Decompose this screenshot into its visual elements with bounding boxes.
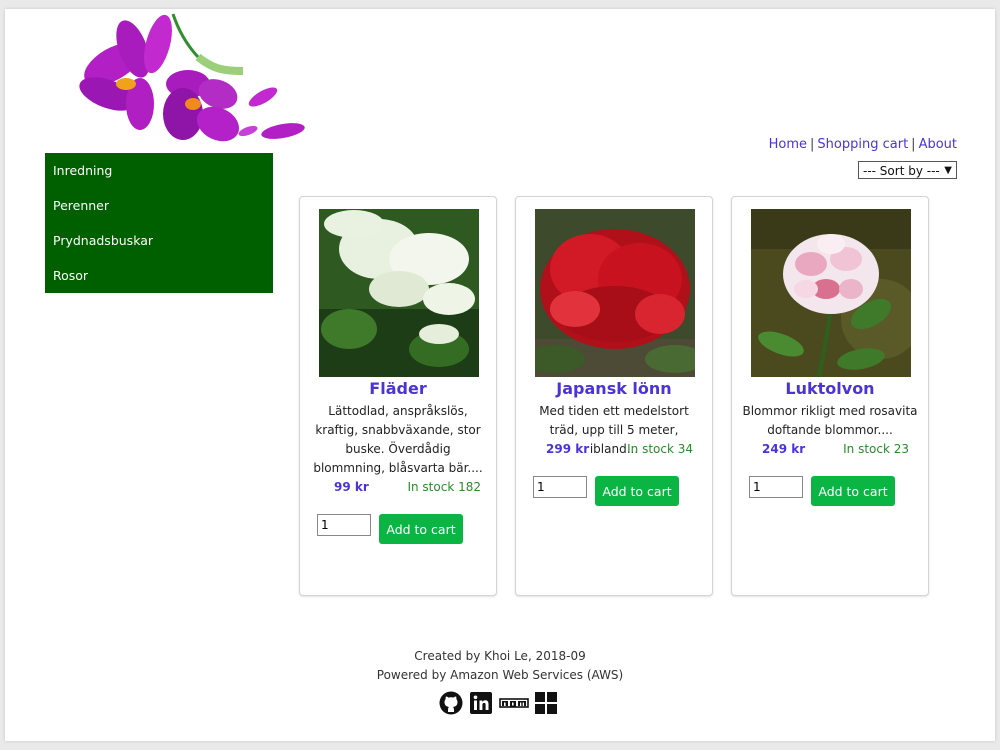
footer-created-by: Created by Khoi Le, 2018-09 [414, 649, 586, 663]
product-image[interactable] [535, 209, 695, 377]
product-stock: In stock 34 [627, 442, 693, 456]
product-stock: In stock 182 [407, 480, 481, 494]
flower-logo[interactable] [58, 9, 308, 154]
nav-home-link[interactable]: Home [769, 137, 807, 152]
product-title[interactable]: Fläder [300, 379, 496, 398]
category-sidebar: Inredning Perenner Prydnadsbuskar Rosor [45, 153, 273, 293]
product-description: Blommor rikligt med rosavita doftande bl… [742, 404, 918, 437]
sidebar-item-perenner[interactable]: Perenner [45, 188, 273, 223]
sidebar-item-inredning[interactable]: Inredning [45, 153, 273, 188]
nav-shopping-cart-link[interactable]: Shopping cart [817, 137, 908, 152]
product-title[interactable]: Luktolvon [732, 379, 928, 398]
page: Home | Shopping cart | About --- Sort by ---… [5, 9, 995, 741]
product-card: Luktolvon Blommor rikligt med rosavita d… [731, 196, 929, 596]
footer-powered-by: Powered by Amazon Web Services (AWS) [376, 668, 624, 682]
sidebar-item-rosor[interactable]: Rosor [45, 258, 273, 293]
nav-about-link[interactable]: About [919, 137, 957, 152]
github-icon[interactable] [439, 691, 463, 719]
quantity-input[interactable] [749, 476, 803, 498]
nav-separator: | [911, 137, 916, 152]
npm-icon[interactable] [499, 691, 529, 719]
product-card: Japansk lönn Med tiden ett medelstort tr… [515, 196, 713, 596]
product-price: 299 kr [546, 442, 590, 456]
product-image[interactable] [319, 209, 479, 377]
top-navigation: Home | Shopping cart | About [769, 137, 957, 152]
footer-social-icons [439, 691, 557, 719]
product-stock: In stock 23 [843, 442, 909, 456]
sort-select-label: --- Sort by --- [863, 164, 940, 178]
product-title[interactable]: Japansk lönn [516, 379, 712, 398]
sidebar-item-prydnadsbuskar[interactable]: Prydnadsbuskar [45, 223, 273, 258]
product-price: 99 kr [334, 480, 369, 494]
product-description: Lättodlad, anspråkslös, kraftig, snabbvä… [313, 404, 483, 475]
product-price: 249 kr [762, 442, 806, 456]
add-to-cart-button[interactable]: Add to cart [811, 476, 895, 506]
add-to-cart-button[interactable]: Add to cart [595, 476, 679, 506]
chevron-down-icon: ▼ [944, 165, 952, 176]
sort-select[interactable]: --- Sort by --- ▼ [858, 161, 957, 179]
product-image[interactable] [751, 209, 911, 377]
footer: Created by Khoi Le, 2018-09 Powered by A… [5, 647, 995, 685]
add-to-cart-button[interactable]: Add to cart [379, 514, 463, 544]
quantity-input[interactable] [533, 476, 587, 498]
nav-separator: | [810, 137, 815, 152]
product-card: Fläder Lättodlad, anspråkslös, kraftig, … [299, 196, 497, 596]
linkedin-icon[interactable] [469, 691, 493, 719]
quantity-input[interactable] [317, 514, 371, 536]
windows-icon[interactable] [535, 692, 557, 718]
